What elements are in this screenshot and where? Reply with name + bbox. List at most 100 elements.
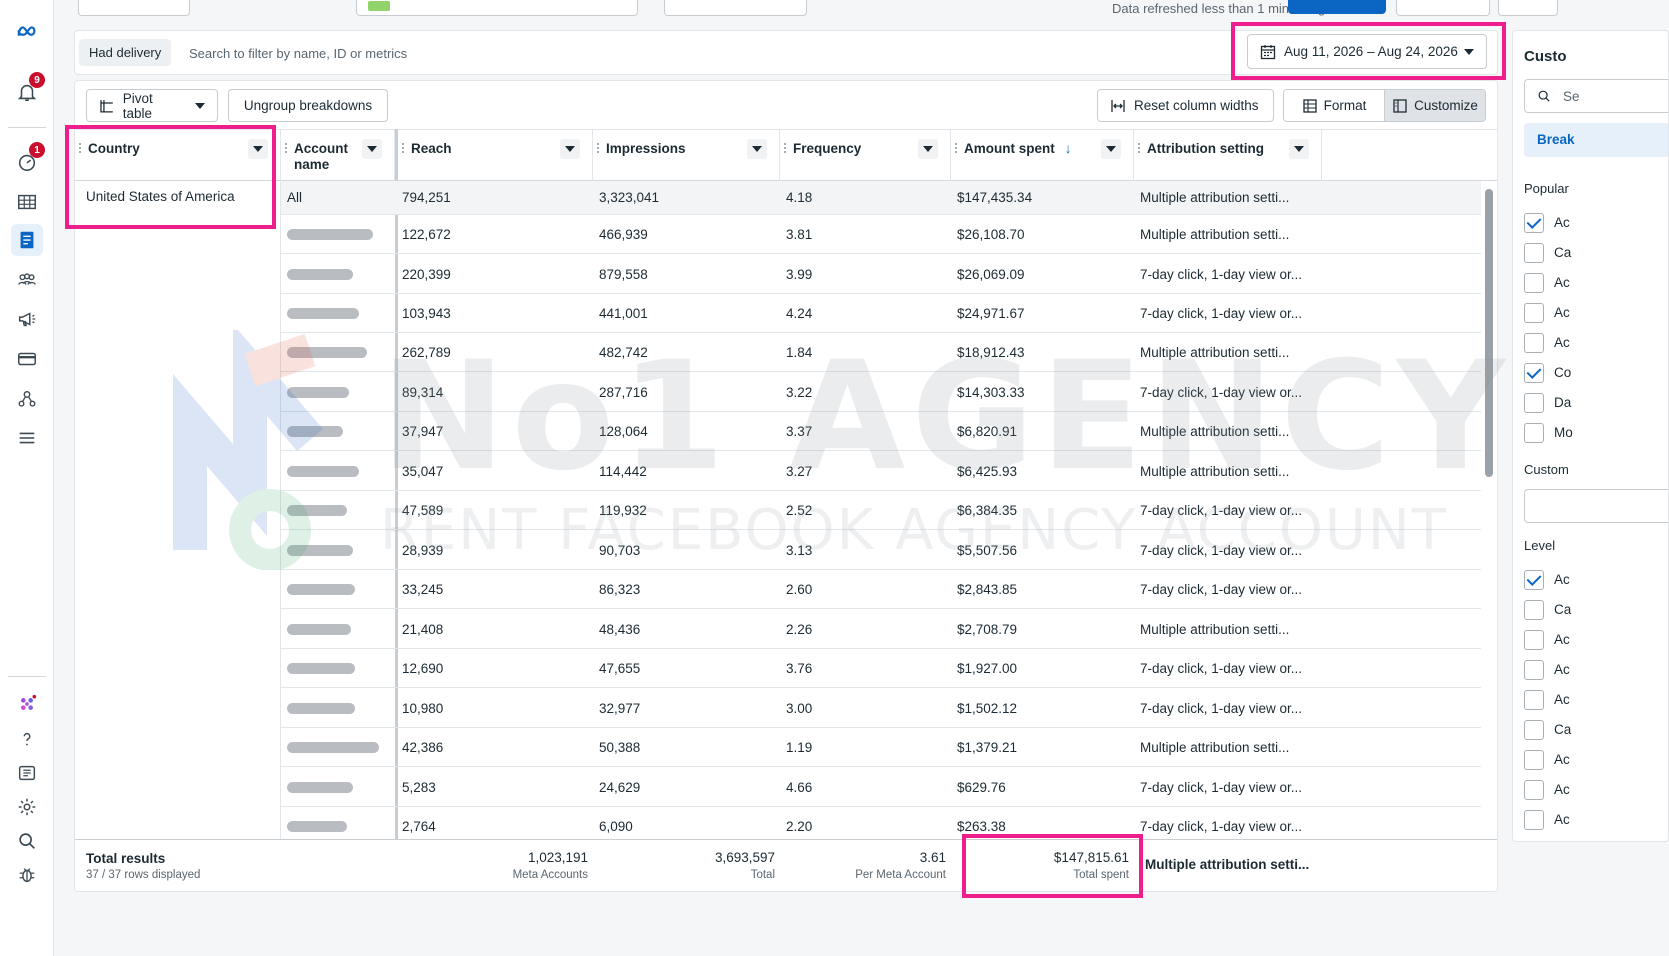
- table-header: Country Account name Reach Impressions F…: [75, 129, 1497, 182]
- popular-checkbox[interactable]: [1524, 363, 1544, 383]
- table-row[interactable]: 21,408 48,436 2.26 $2,708.79 Multiple attrib…: [281, 610, 1481, 649]
- all-reports-button[interactable]: [78, 0, 190, 16]
- pivot-table-button[interactable]: Pivot table: [86, 89, 218, 122]
- help-icon[interactable]: [11, 723, 43, 755]
- level-checkbox[interactable]: [1524, 780, 1544, 800]
- level-checkbox[interactable]: [1524, 660, 1544, 680]
- search-icon[interactable]: [11, 825, 43, 857]
- level-checkbox[interactable]: [1524, 690, 1544, 710]
- news-icon[interactable]: [11, 757, 43, 789]
- status-indicator: [368, 1, 390, 11]
- table-icon[interactable]: [11, 186, 43, 218]
- column-header-attribution-setting[interactable]: Attribution setting: [1134, 130, 1322, 182]
- frequency-cell-text: 2.20: [786, 818, 813, 834]
- level-checkbox[interactable]: [1524, 630, 1544, 650]
- table-row[interactable]: 89,314 287,716 3.22 $14,303.33 7-day click, …: [281, 373, 1481, 412]
- frequency-cell-text: 1.84: [786, 344, 813, 360]
- redacted-account-name: [287, 504, 347, 516]
- table-row[interactable]: 10,980 32,977 3.00 $1,502.12 7-day click, 1-…: [281, 689, 1481, 728]
- date-range-picker[interactable]: Aug 11, 2026 – Aug 24, 2026: [1247, 34, 1487, 69]
- popular-checkbox[interactable]: [1524, 303, 1544, 323]
- tab-breakdowns[interactable]: Break: [1524, 123, 1668, 157]
- table-row[interactable]: 37,947 128,064 3.37 $6,820.91 Multiple attri…: [281, 412, 1481, 451]
- table-row[interactable]: 103,943 441,001 4.24 $24,971.67 7-day click,…: [281, 294, 1481, 333]
- settings-gear-icon[interactable]: [11, 791, 43, 823]
- column-header-reach[interactable]: Reach: [398, 130, 593, 182]
- column-menu-button[interactable]: [918, 139, 938, 159]
- ungroup-breakdowns-button[interactable]: Ungroup breakdowns: [228, 89, 388, 122]
- bug-report-icon[interactable]: [11, 859, 43, 891]
- customize-button[interactable]: Customize: [1384, 90, 1485, 121]
- custom-breakdown-input[interactable]: [1524, 489, 1668, 523]
- attribution-setting-cell: Multiple attribution setti...: [1140, 412, 1289, 450]
- table-row[interactable]: 262,789 482,742 1.84 $18,912.43 Multiple att…: [281, 333, 1481, 372]
- breakdown-search-input[interactable]: Se: [1524, 79, 1668, 113]
- popular-checkbox[interactable]: [1524, 273, 1544, 293]
- level-checkbox[interactable]: [1524, 570, 1544, 590]
- total-frequency: 3.61: [919, 850, 946, 865]
- expand-button[interactable]: [1498, 0, 1558, 16]
- menu-icon[interactable]: [11, 422, 43, 454]
- column-header-amount-spent[interactable]: Amount spent ↓: [951, 130, 1134, 182]
- column-menu-button[interactable]: [1101, 139, 1121, 159]
- column-menu-button[interactable]: [362, 139, 382, 159]
- table-row[interactable]: 12,690 47,655 3.76 $1,927.00 7-day click, 1-…: [281, 649, 1481, 688]
- meta-ai-icon[interactable]: [11, 688, 43, 720]
- table-row[interactable]: 28,939 90,703 3.13 $5,507.56 7-day click, 1-…: [281, 531, 1481, 570]
- campaigns-megaphone-icon[interactable]: [11, 303, 43, 335]
- table-row[interactable]: 42,386 50,388 1.19 $1,379.21 Multiple attrib…: [281, 728, 1481, 767]
- table-row[interactable]: 33,245 86,323 2.60 $2,843.85 7-day click, 1-…: [281, 570, 1481, 609]
- reports-icon[interactable]: [11, 224, 43, 256]
- level-checkbox[interactable]: [1524, 720, 1544, 740]
- table-row[interactable]: 47,589 119,932 2.52 $6,384.35 7-day click, 1…: [281, 491, 1481, 530]
- search-filter-input[interactable]: [189, 41, 689, 65]
- amount-spent-cell-text: $5,507.56: [957, 542, 1018, 558]
- table-row[interactable]: All 794,251 3,323,041 4.18 $147,435.34 Multip…: [281, 181, 1481, 215]
- column-header-country[interactable]: Country: [75, 130, 281, 182]
- frequency-cell-text: 1.19: [786, 739, 813, 755]
- reset-column-widths-button[interactable]: Reset column widths: [1097, 89, 1274, 122]
- business-settings-icon[interactable]: [11, 383, 43, 415]
- share-button[interactable]: [1288, 0, 1386, 14]
- had-delivery-filter-chip[interactable]: Had delivery: [79, 39, 172, 66]
- column-header-impressions[interactable]: Impressions: [593, 130, 780, 182]
- amount-spent-cell: $18,912.43: [957, 333, 1025, 371]
- impressions-cell-text: 90,703: [599, 542, 641, 558]
- audiences-icon[interactable]: [11, 264, 43, 296]
- popular-checkbox[interactable]: [1524, 333, 1544, 353]
- table-row[interactable]: 220,399 879,558 3.99 $26,069.09 7-day click,…: [281, 255, 1481, 294]
- column-menu-button[interactable]: [248, 139, 268, 159]
- calendar-icon: [1260, 44, 1276, 59]
- level-checkbox[interactable]: [1524, 600, 1544, 620]
- table-row[interactable]: 122,672 466,939 3.81 $26,108.70 Multiple att…: [281, 215, 1481, 254]
- dashboard-icon[interactable]: 1: [11, 142, 45, 178]
- billing-card-icon[interactable]: [11, 343, 43, 375]
- popular-checkbox[interactable]: [1524, 243, 1544, 263]
- level-checkbox[interactable]: [1524, 810, 1544, 830]
- column-menu-button[interactable]: [560, 139, 580, 159]
- notifications-icon[interactable]: 9: [11, 72, 45, 108]
- impressions-cell: 50,388: [599, 728, 640, 766]
- account-name-cell: [287, 373, 349, 411]
- level-checkbox[interactable]: [1524, 750, 1544, 770]
- meta-logo-icon[interactable]: [11, 16, 43, 48]
- redacted-account-name: [287, 702, 355, 714]
- column-menu-button[interactable]: [1289, 139, 1309, 159]
- table-row[interactable]: 5,283 24,629 4.66 $629.76 7-day click, 1-day…: [281, 768, 1481, 807]
- ad-accounts-button[interactable]: [664, 0, 807, 16]
- table-row[interactable]: 35,047 114,442 3.27 $6,425.93 Multiple attri…: [281, 452, 1481, 491]
- popular-checkbox[interactable]: [1524, 423, 1544, 443]
- popular-checkbox-label: Co: [1554, 365, 1572, 380]
- column-menu-button[interactable]: [747, 139, 767, 159]
- report-name-field[interactable]: [356, 0, 638, 16]
- popular-checkbox[interactable]: [1524, 213, 1544, 233]
- popular-checkbox[interactable]: [1524, 393, 1544, 413]
- format-button[interactable]: Format: [1284, 90, 1384, 121]
- table-scrollbar[interactable]: [1485, 189, 1493, 477]
- attribution-setting-cell-text: Multiple attribution setti...: [1140, 190, 1290, 205]
- column-header-frequency[interactable]: Frequency: [780, 130, 951, 182]
- history-button[interactable]: [1396, 0, 1490, 16]
- column-header-account-name[interactable]: Account name: [281, 130, 395, 182]
- reach-cell: 2,764: [402, 807, 436, 839]
- table-row[interactable]: 2,764 6,090 2.20 $263.38 7-day click, 1-day …: [281, 807, 1481, 839]
